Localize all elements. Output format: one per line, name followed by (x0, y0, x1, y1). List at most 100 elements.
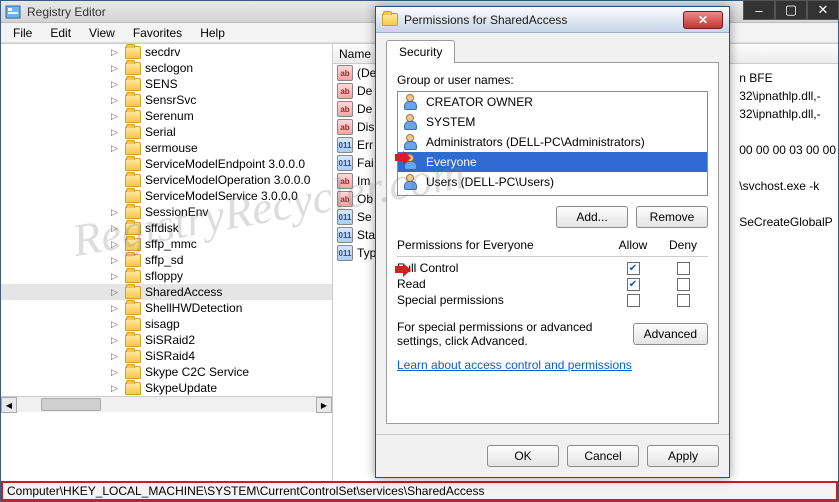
highlight-arrow-full-control (395, 263, 411, 277)
deny-checkbox[interactable] (677, 294, 690, 307)
remove-button[interactable]: Remove (636, 206, 708, 228)
tree-item[interactable]: ▷SiSRaid2 (1, 332, 332, 348)
expand-icon[interactable]: ▷ (111, 335, 121, 346)
menu-help[interactable]: Help (192, 24, 233, 42)
expand-icon[interactable]: ▷ (111, 127, 121, 138)
tree-item[interactable]: ▷ sffp_mmc (1, 236, 332, 252)
tree-item-label: seclogon (145, 61, 193, 75)
value-data-fragment: 32\ipnathlp.dll,- (739, 88, 836, 104)
tree-item[interactable]: ▷secdrv (1, 44, 332, 60)
menu-edit[interactable]: Edit (42, 24, 79, 42)
dialog-titlebar[interactable]: Permissions for SharedAccess ✕ (376, 7, 729, 33)
tree-item[interactable]: ▷SiSRaid4 (1, 348, 332, 364)
add-button[interactable]: Add... (556, 206, 628, 228)
tree-item-label: sisagp (145, 317, 180, 331)
expand-icon[interactable]: ▷ (111, 239, 121, 250)
allow-checkbox[interactable] (627, 294, 640, 307)
tree-item[interactable]: ▷SensrSvc (1, 92, 332, 108)
folder-icon (125, 318, 141, 331)
tree-item[interactable]: ▷ sermouse (1, 140, 332, 156)
cancel-button[interactable]: Cancel (567, 445, 639, 467)
menu-view[interactable]: View (81, 24, 123, 42)
group-row[interactable]: Users (DELL-PC\Users) (398, 172, 707, 192)
os-close-button[interactable]: ✕ (807, 0, 839, 20)
os-minimize-button[interactable]: – (743, 0, 775, 20)
expand-icon[interactable]: ▷ (111, 367, 121, 378)
group-row[interactable]: CREATOR OWNER (398, 92, 707, 112)
scroll-left-button[interactable]: ◀ (1, 397, 17, 413)
expand-icon[interactable]: ▷ (111, 95, 121, 106)
expand-icon[interactable]: ▷ (111, 207, 121, 218)
value-name: De (357, 102, 372, 116)
tree-item[interactable]: ▷SENS (1, 76, 332, 92)
expand-icon[interactable]: ▷ (111, 319, 121, 330)
value-name: Err (357, 138, 373, 152)
expand-icon[interactable]: ▷ (111, 111, 121, 122)
tree-item[interactable]: ▷sffp_sd (1, 252, 332, 268)
tree-item[interactable]: ServiceModelEndpoint 3.0.0.0 (1, 156, 332, 172)
tree-scrollbar[interactable]: ◀ ▶ (1, 396, 332, 412)
advanced-text: For special permissions or advanced sett… (397, 320, 623, 348)
ok-button[interactable]: OK (487, 445, 559, 467)
expand-icon[interactable]: ▷ (111, 143, 121, 154)
tree-item-label: SkypeUpdate (145, 381, 217, 395)
tree-item[interactable]: ▷sfloppy (1, 268, 332, 284)
dialog-close-button[interactable]: ✕ (683, 11, 723, 29)
permissions-for-label: Permissions for Everyone (397, 238, 608, 252)
folder-icon (125, 94, 141, 107)
value-data-fragment: SeCreateGlobalP (739, 214, 836, 230)
advanced-button[interactable]: Advanced (633, 323, 708, 345)
tree-item-label: Serial (145, 125, 176, 139)
os-maximize-button[interactable]: ▢ (775, 0, 807, 20)
group-listbox[interactable]: CREATOR OWNERSYSTEMAdministrators (DELL-… (397, 91, 708, 196)
tree-item-label: sffdisk (145, 221, 179, 235)
tree-item[interactable]: ▷ sisagp (1, 316, 332, 332)
apply-button[interactable]: Apply (647, 445, 719, 467)
expand-icon[interactable]: ▷ (111, 287, 121, 298)
expand-icon[interactable]: ▷ (111, 63, 121, 74)
tree-item[interactable]: ▷ seclogon (1, 60, 332, 76)
expand-icon[interactable]: ▷ (111, 351, 121, 362)
deny-checkbox[interactable] (677, 278, 690, 291)
expand-icon[interactable]: ▷ (111, 47, 121, 58)
tree-item[interactable]: ▷ShellHWDetection (1, 300, 332, 316)
folder-icon (125, 110, 141, 123)
expand-icon[interactable]: ▷ (111, 255, 121, 266)
tree-item-label: sffp_mmc (145, 237, 197, 251)
menu-favorites[interactable]: Favorites (125, 24, 190, 42)
tree-item[interactable]: ▷Skype C2C Service (1, 364, 332, 380)
deny-checkbox[interactable] (677, 262, 690, 275)
scroll-right-button[interactable]: ▶ (316, 397, 332, 413)
allow-checkbox[interactable]: ✔ (627, 278, 640, 291)
expand-icon[interactable]: ▷ (111, 383, 121, 394)
expand-icon[interactable]: ▷ (111, 223, 121, 234)
expand-icon[interactable]: ▷ (111, 303, 121, 314)
tree-item[interactable]: ▷ SkypeUpdate (1, 380, 332, 396)
tree-item[interactable]: ▷SharedAccess (1, 284, 332, 300)
binary-icon: 011 (337, 209, 353, 225)
scroll-thumb[interactable] (41, 398, 101, 411)
tree-item-label: sermouse (145, 141, 198, 155)
tab-security[interactable]: Security (386, 40, 455, 63)
help-link[interactable]: Learn about access control and permissio… (397, 358, 708, 372)
tree-item[interactable]: ▷ Serial (1, 124, 332, 140)
highlight-arrow-everyone (395, 151, 411, 165)
menu-file[interactable]: File (5, 24, 40, 42)
group-row[interactable]: Administrators (DELL-PC\Administrators) (398, 132, 707, 152)
tree-item[interactable]: ▷Serenum (1, 108, 332, 124)
tree-item[interactable]: ▷SessionEnv (1, 204, 332, 220)
value-name: Dis (357, 120, 374, 134)
tree-pane[interactable]: ▷secdrv▷seclogon▷SENS▷SensrSvc▷Serenum▷S… (1, 44, 333, 481)
group-row[interactable]: SYSTEM (398, 112, 707, 132)
expand-icon[interactable]: ▷ (111, 79, 121, 90)
tree-item[interactable]: ▷ sffdisk (1, 220, 332, 236)
group-label: Group or user names: (397, 73, 708, 87)
allow-checkbox[interactable]: ✔ (627, 262, 640, 275)
group-row[interactable]: Everyone (398, 152, 707, 172)
value-name: Im (357, 174, 370, 188)
tree-item[interactable]: ServiceModelService 3.0.0.0 (1, 188, 332, 204)
expand-icon[interactable]: ▷ (111, 271, 121, 282)
value-data-fragment: 32\ipnathlp.dll,- (739, 106, 836, 122)
tree-item[interactable]: ServiceModelOperation 3.0.0.0 (1, 172, 332, 188)
binary-icon: 011 (337, 245, 353, 261)
